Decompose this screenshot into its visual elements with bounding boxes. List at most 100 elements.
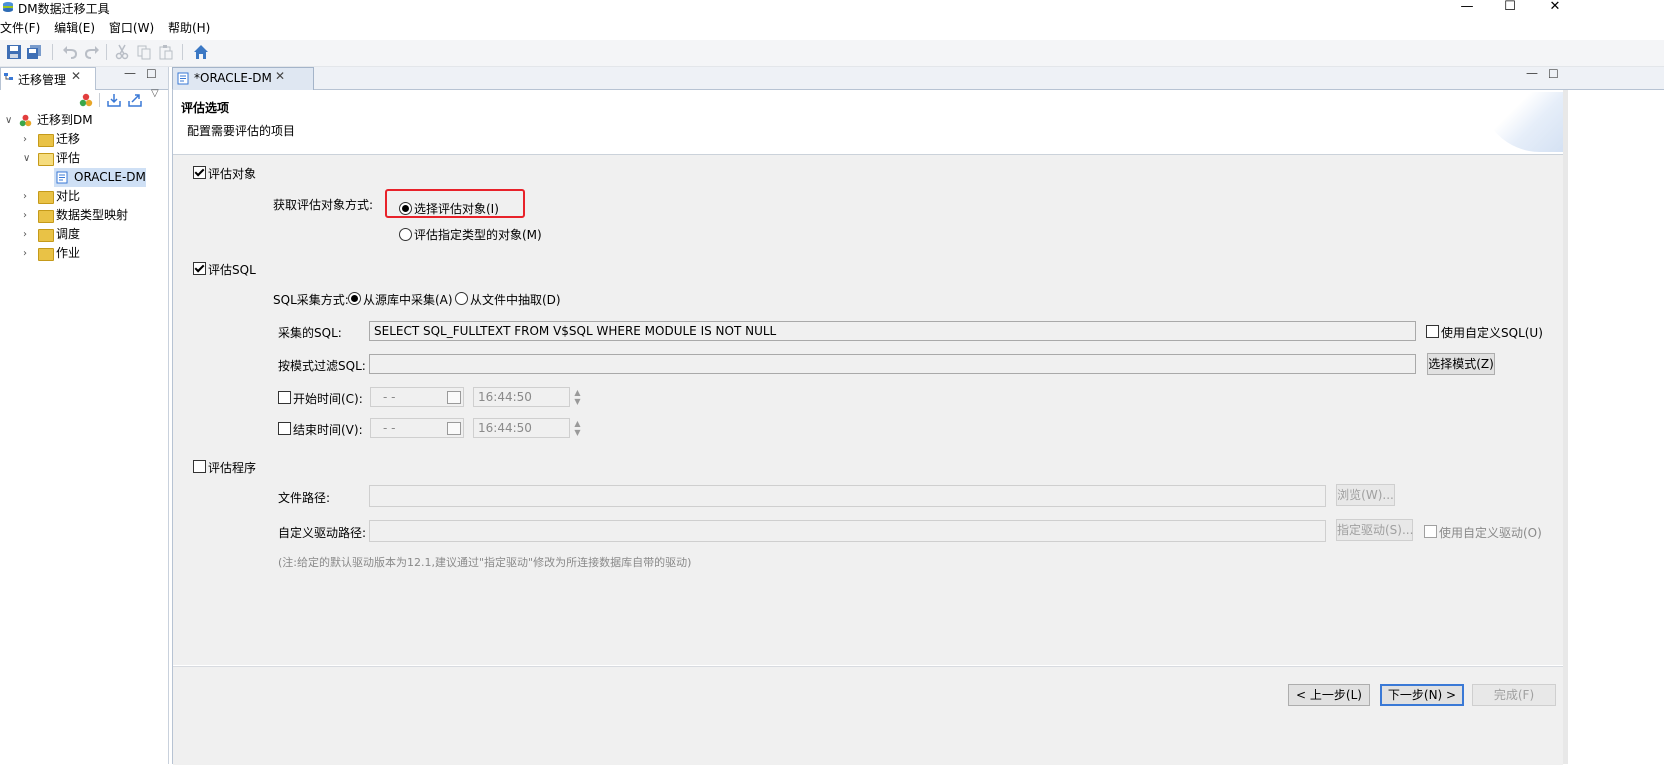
view-toolbar-separator [99, 93, 100, 107]
chevron-right-icon[interactable]: › [23, 206, 27, 225]
minimize-button[interactable]: — [1444, 0, 1490, 16]
collect-from-source-label[interactable]: 从源库中采集(A) [363, 291, 453, 308]
tree-item-oracle-dm[interactable]: ORACLE-DM [54, 168, 146, 187]
dm-cluster-icon[interactable] [79, 93, 93, 107]
tree-item-schedule[interactable]: › 调度 [0, 225, 168, 244]
select-schema-button[interactable]: 选择模式(Z) [1427, 353, 1495, 375]
import-icon[interactable] [107, 93, 121, 107]
back-button[interactable]: < 上一步(L) [1288, 684, 1370, 706]
calendar-icon[interactable] [447, 391, 461, 404]
extract-from-file-radio[interactable] [455, 292, 468, 305]
eval-program-checkbox[interactable] [193, 460, 206, 473]
finish-button[interactable]: 完成(F) [1472, 684, 1556, 706]
wizard-header: 评估选项 配置需要评估的项目 [173, 90, 1563, 155]
file-path-input[interactable] [369, 485, 1326, 507]
browse-button[interactable]: 浏览(W)... [1336, 484, 1395, 506]
collected-sql-input[interactable]: SELECT SQL_FULLTEXT FROM V$SQL WHERE MOD… [369, 321, 1416, 341]
assessment-doc-icon [177, 72, 189, 85]
custom-driver-checkbox[interactable] [1424, 525, 1437, 538]
save-icon[interactable] [6, 44, 22, 60]
tree-item-compare[interactable]: › 对比 [0, 187, 168, 206]
home-icon[interactable] [193, 44, 209, 60]
minimize-view-icon[interactable]: — [124, 66, 136, 80]
tree-item-label: 对比 [56, 189, 81, 203]
tree-item-label: 数据类型映射 [56, 208, 129, 222]
tab-oracle-dm[interactable]: *ORACLE-DM ✕ [172, 67, 314, 90]
schema-filter-label: 按模式过滤SQL: [278, 359, 366, 373]
wizard-footer [173, 666, 1563, 765]
tree-item-job[interactable]: › 作业 [0, 244, 168, 263]
minimize-editor-icon[interactable]: — [1526, 66, 1538, 80]
collect-from-source-radio[interactable] [348, 292, 361, 305]
page-title: 评估选项 [181, 101, 230, 115]
tree-item-data-type-mapping[interactable]: › 数据类型映射 [0, 206, 168, 225]
collected-sql-label: 采集的SQL: [278, 326, 342, 340]
menu-edit[interactable]: 编辑(E) [54, 19, 95, 36]
tree-item-label: 评估 [56, 151, 81, 165]
tree-item-migrate-to-dm[interactable]: ∨ 迁移到DM [0, 111, 168, 130]
sql-collect-method-label: SQL采集方式: [273, 293, 349, 307]
close-icon[interactable]: ✕ [71, 69, 81, 83]
redo-icon[interactable] [84, 44, 100, 60]
schema-filter-input[interactable] [369, 354, 1416, 374]
custom-sql-checkbox[interactable] [1426, 325, 1439, 338]
typed-objects-label[interactable]: 评估指定类型的对象(M) [414, 226, 542, 243]
paste-icon[interactable] [158, 44, 174, 60]
tree-item-label: 迁移到DM [37, 113, 93, 127]
folder-open-icon [38, 153, 54, 166]
copy-icon[interactable] [136, 44, 152, 60]
end-time-input[interactable]: 16:44:50 [473, 418, 570, 438]
tree-item-migrate[interactable]: › 迁移 [0, 130, 168, 149]
start-time-checkbox[interactable] [278, 391, 291, 404]
specify-driver-button[interactable]: 指定驱动(S)... [1336, 519, 1413, 541]
tree-item-label: 迁移 [56, 132, 81, 146]
chevron-right-icon[interactable]: › [23, 130, 27, 149]
folder-icon [38, 191, 54, 204]
driver-path-input[interactable] [369, 520, 1326, 542]
wizard-body [173, 155, 1563, 665]
menu-help[interactable]: 帮助(H) [168, 19, 210, 36]
export-icon[interactable] [128, 93, 142, 107]
end-time-label: 结束时间(V): [293, 423, 363, 437]
chevron-right-icon[interactable]: › [23, 187, 27, 206]
maximize-button[interactable]: ☐ [1487, 0, 1533, 16]
typed-objects-radio[interactable] [399, 228, 412, 241]
maximize-editor-icon[interactable]: ☐ [1548, 67, 1559, 81]
driver-note: (注:给定的默认驱动版本为12.1,建议通过"指定驱动"修改为所连接数据库自带的… [278, 556, 692, 569]
tree-item-label: ORACLE-DM [74, 170, 146, 184]
menu-file[interactable]: 文件(F) [0, 19, 40, 36]
tree-item-assessment[interactable]: ∨ 评估 [0, 149, 168, 168]
undo-icon[interactable] [62, 44, 78, 60]
maximize-view-icon[interactable]: ☐ [146, 67, 157, 81]
close-button[interactable]: ✕ [1532, 0, 1578, 16]
folder-icon [38, 229, 54, 242]
chevron-down-icon[interactable]: ∨ [23, 149, 30, 168]
eval-program-label: 评估程序 [208, 461, 257, 475]
next-button[interactable]: 下一步(N) > [1380, 684, 1464, 706]
driver-path-label: 自定义驱动路径: [278, 526, 367, 540]
eval-sql-checkbox[interactable] [193, 262, 206, 275]
view-menu-icon[interactable]: ▽ [151, 88, 159, 99]
time-spinner-icon[interactable]: ▲ ▼ [573, 419, 582, 437]
eval-objects-checkbox[interactable] [193, 166, 206, 179]
cut-icon[interactable] [114, 44, 130, 60]
calendar-icon[interactable] [447, 422, 461, 435]
object-method-label: 获取评估对象方式: [273, 198, 374, 212]
menu-window[interactable]: 窗口(W) [109, 19, 154, 36]
extract-from-file-label[interactable]: 从文件中抽取(D) [470, 291, 561, 308]
time-spinner-icon[interactable]: ▲ ▼ [573, 388, 582, 406]
end-time-checkbox[interactable] [278, 422, 291, 435]
editor-tabbar [172, 67, 1664, 90]
vertical-scrollbar[interactable] [1563, 90, 1568, 764]
assessment-doc-icon [56, 171, 68, 184]
chevron-right-icon[interactable]: › [23, 225, 27, 244]
menu-bar: 文件(F) 编辑(E) 窗口(W) 帮助(H) [0, 19, 220, 37]
tab-migration-management[interactable]: 迁移管理 ✕ [0, 67, 96, 90]
save-all-icon[interactable] [26, 44, 42, 60]
tab-label: *ORACLE-DM [194, 71, 272, 85]
start-time-input[interactable]: 16:44:50 [473, 387, 570, 407]
dm-root-icon [19, 114, 32, 127]
chevron-down-icon[interactable]: ∨ [5, 111, 12, 130]
close-icon[interactable]: ✕ [275, 69, 285, 83]
chevron-right-icon[interactable]: › [23, 244, 27, 263]
